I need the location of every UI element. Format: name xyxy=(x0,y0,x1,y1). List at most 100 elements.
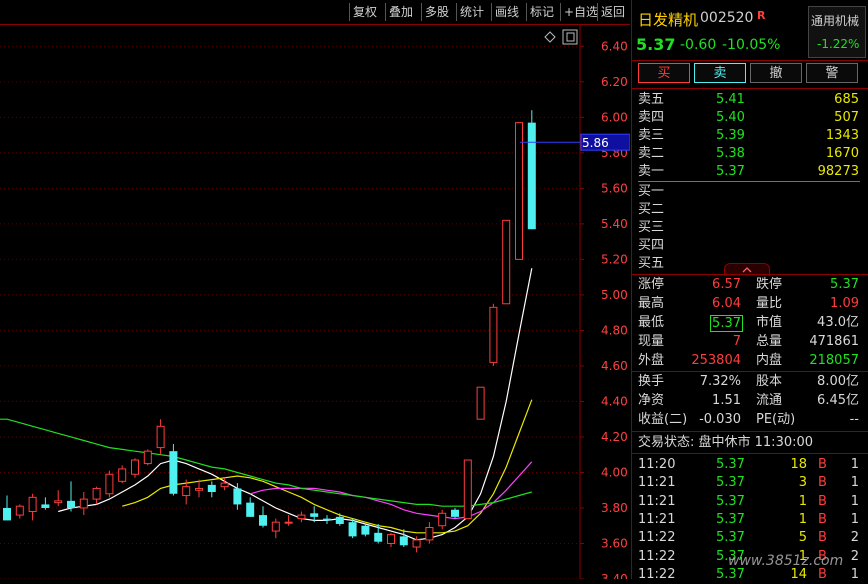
up-candle xyxy=(489,303,498,366)
bid-label: 买四 xyxy=(638,238,665,253)
bid-label: 买五 xyxy=(638,256,665,271)
fuquan-button[interactable]: 复权 xyxy=(349,3,380,21)
ask-volume: 685 xyxy=(834,92,859,107)
tick-time: 11:22 xyxy=(638,548,676,564)
kline-svg[interactable]: 6.406.206.005.805.605.405.205.004.804.60… xyxy=(0,25,631,584)
stat-label: 跌停 xyxy=(756,277,783,292)
stat-value: -0.030 xyxy=(699,412,741,427)
tick-price: 5.37 xyxy=(716,457,745,472)
bid-label: 买二 xyxy=(638,202,665,217)
stat-value: 218057 xyxy=(809,353,859,368)
alert-button[interactable]: 警 xyxy=(806,63,858,83)
up-candle xyxy=(271,518,280,539)
draw-line-button[interactable]: 画线 xyxy=(491,3,522,21)
panel-toggle-icon[interactable] xyxy=(562,29,578,45)
stat-label: 现量 xyxy=(638,334,665,349)
bid-row: 买一 xyxy=(632,183,868,201)
ask-row: 卖五 5.41 685 xyxy=(632,91,868,109)
stat-value: 43.0亿 xyxy=(817,315,859,330)
overlay-button[interactable]: 叠加 xyxy=(385,3,416,21)
diamond-icon[interactable] xyxy=(544,31,556,43)
ask-volume: 1670 xyxy=(825,146,859,161)
candle-body xyxy=(335,516,344,524)
divider xyxy=(632,274,868,275)
price-tick-label: 5.20 xyxy=(601,252,628,266)
tick-count: 1 xyxy=(850,493,859,509)
add-watchlist-button[interactable]: +自选 xyxy=(560,3,601,21)
tick-time: 11:21 xyxy=(638,511,676,527)
ask-volume: 1343 xyxy=(825,128,859,143)
buy-button[interactable]: 买 xyxy=(638,63,690,83)
tick-price: 5.37 xyxy=(716,511,745,527)
statistics-button[interactable]: 统计 xyxy=(456,3,487,21)
price-tick-label: 4.80 xyxy=(601,323,628,337)
up-candle xyxy=(118,465,127,484)
multi-stock-button[interactable]: 多股 xyxy=(421,3,452,21)
ask-row: 卖四 5.40 507 xyxy=(632,109,868,127)
tick-row: 11:22 5.37 5 B 2 xyxy=(632,529,868,547)
up-candle xyxy=(156,419,165,455)
candle-body xyxy=(28,496,37,513)
moving-average-line xyxy=(250,461,533,520)
tick-row: 11:21 5.37 1 B 1 xyxy=(632,493,868,511)
stat-label: 换手 xyxy=(638,374,665,389)
watermark: www.3851z.com xyxy=(728,553,844,569)
stat-label: 股本 xyxy=(756,374,783,389)
ask-row: 卖二 5.38 1670 xyxy=(632,145,868,163)
candle-body xyxy=(438,512,447,527)
sell-button[interactable]: 卖 xyxy=(694,63,746,83)
stat-value: 5.37 xyxy=(710,315,743,332)
ask-price: 5.41 xyxy=(716,92,745,107)
down-candle xyxy=(451,507,459,519)
stat-value: 7.32% xyxy=(699,374,741,389)
tick-price: 5.37 xyxy=(716,475,745,491)
stat-value: 5.37 xyxy=(830,277,859,292)
ask-price: 5.39 xyxy=(716,128,745,143)
up-candle xyxy=(502,219,511,305)
candle-body xyxy=(233,488,242,505)
up-candle xyxy=(54,490,63,507)
stat-label: 市值 xyxy=(756,315,783,330)
price-tick-label: 6.40 xyxy=(601,39,628,53)
cancel-order-button[interactable]: 撤 xyxy=(750,63,802,83)
price-tick-label: 6.20 xyxy=(601,75,628,89)
price-tick-label: 5.40 xyxy=(601,217,628,231)
down-candle xyxy=(259,506,267,528)
bid-row: 买四 xyxy=(632,237,868,255)
divider xyxy=(632,60,868,61)
down-candle xyxy=(361,523,370,537)
kline-chart[interactable]: 6.40 6.20 6.00 5.80 5.60 5.40 5.20 5.00 4.80 4.60… xyxy=(0,25,631,584)
tick-count: 2 xyxy=(850,530,859,546)
candle-body xyxy=(143,450,152,465)
mark-button[interactable]: 标记 xyxy=(526,3,557,21)
ask-label: 卖三 xyxy=(638,128,665,143)
last-price: 5.37 xyxy=(636,35,676,54)
up-candle xyxy=(105,470,114,498)
stat-label: 内盘 xyxy=(756,353,783,368)
price-tick-label: 5.00 xyxy=(601,288,628,302)
stat-row: 净资 1.51 流通 6.45亿 xyxy=(632,392,868,410)
price-change-pct: -10.05% xyxy=(722,37,781,53)
up-candle xyxy=(28,493,37,521)
tick-count: 1 xyxy=(850,475,859,491)
candle-body xyxy=(220,482,229,488)
candle-body xyxy=(207,484,216,492)
stat-label: 外盘 xyxy=(638,353,665,368)
down-candle xyxy=(246,497,255,517)
current-price-tag-text: 5.86 xyxy=(582,136,609,150)
tick-time: 11:20 xyxy=(638,457,676,472)
tick-direction: B xyxy=(818,475,827,491)
sector-box[interactable]: 通用机械 -1.22% xyxy=(808,6,866,58)
stat-label: 涨停 xyxy=(638,277,665,292)
down-candle xyxy=(67,481,75,512)
up-candle xyxy=(79,491,88,516)
down-candle xyxy=(41,497,50,510)
candle-body xyxy=(489,306,498,363)
ask-label: 卖五 xyxy=(638,92,665,107)
tick-row: 11:20 5.37 18 B 1 xyxy=(632,456,868,474)
up-candle xyxy=(92,486,101,505)
back-button[interactable]: 返回 xyxy=(597,3,628,21)
candle-body xyxy=(527,122,536,230)
tick-volume: 3 xyxy=(798,475,807,491)
bid-label: 买一 xyxy=(638,184,665,199)
